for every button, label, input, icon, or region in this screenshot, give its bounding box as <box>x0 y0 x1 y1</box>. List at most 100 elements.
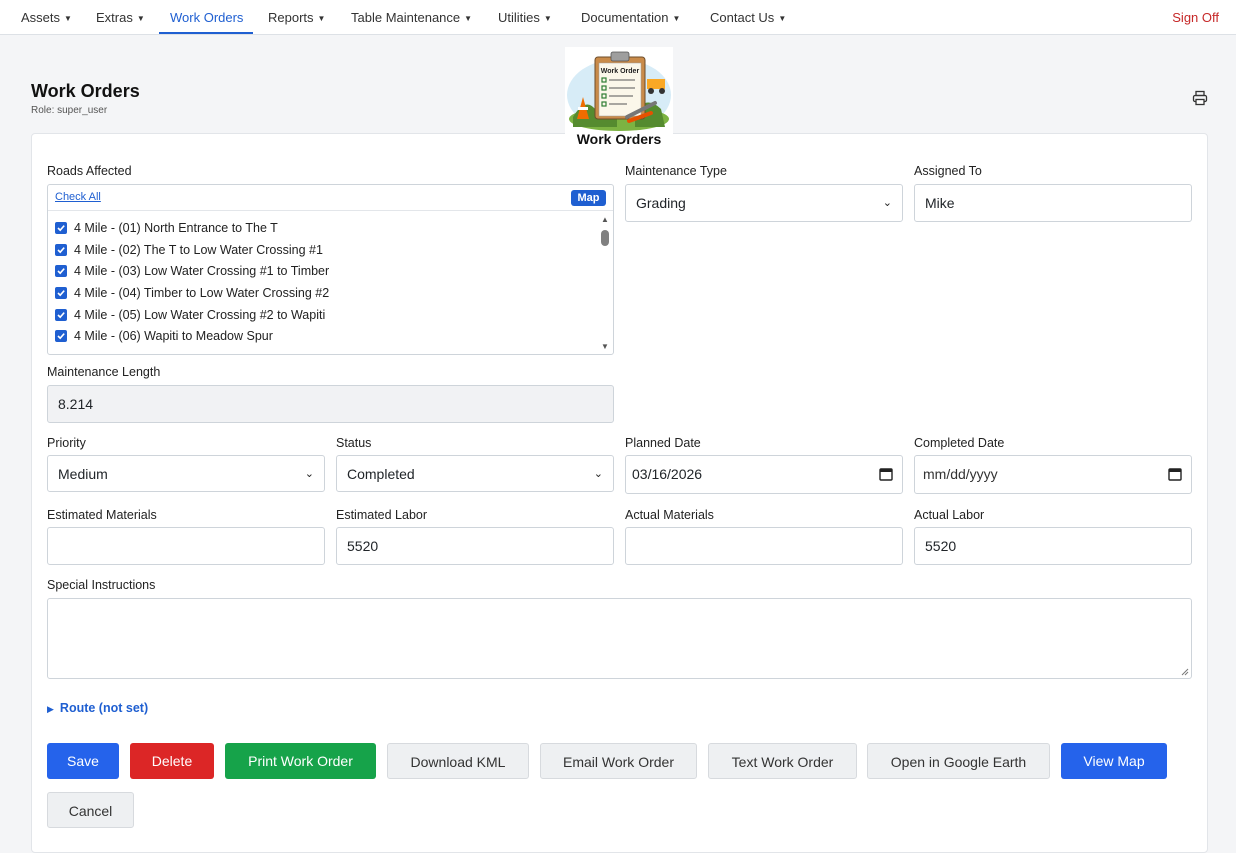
printer-icon[interactable] <box>1192 90 1208 106</box>
nav-label: Assets <box>21 10 61 25</box>
roads-scrollbar[interactable]: ▲ ▼ <box>600 213 611 354</box>
route-label: Route (not set) <box>59 701 149 715</box>
calendar-icon[interactable] <box>879 467 893 481</box>
nav-label: Extras <box>96 10 133 25</box>
assigned-to-value: Mike <box>925 195 955 211</box>
status-select[interactable]: Completed ⌄ <box>336 455 614 492</box>
nav-label: Contact Us <box>710 10 775 25</box>
estimated-labor-label: Estimated Labor <box>336 508 428 522</box>
special-instructions-textarea[interactable] <box>47 598 1192 679</box>
nav-utilities[interactable]: Utilities ▼ <box>498 0 552 35</box>
check-all-link[interactable]: Check All <box>55 191 101 203</box>
nav-label: Work Orders <box>170 10 244 25</box>
nav-reports[interactable]: Reports ▼ <box>268 0 325 35</box>
checkbox-checked-icon[interactable] <box>55 287 67 299</box>
email-work-order-button[interactable]: Email Work Order <box>540 743 697 779</box>
download-kml-button[interactable]: Download KML <box>387 743 529 779</box>
checkbox-checked-icon[interactable] <box>55 309 67 321</box>
text-work-order-button[interactable]: Text Work Order <box>708 743 857 779</box>
road-label: 4 Mile - (01) North Entrance to The T <box>74 221 278 235</box>
maintenance-length-label: Maintenance Length <box>47 365 161 379</box>
nav-label: Utilities <box>498 10 540 25</box>
estimated-materials-input[interactable] <box>47 527 325 565</box>
route-toggle[interactable]: ▶ Route (not set) <box>47 701 148 715</box>
road-label: 4 Mile - (04) Timber to Low Water Crossi… <box>74 286 330 300</box>
cancel-button[interactable]: Cancel <box>47 792 134 828</box>
caret-right-icon: ▶ <box>47 704 54 714</box>
road-label: 4 Mile - (06) Wapiti to Meadow Spur <box>74 329 273 343</box>
clipboard-illustration-icon: Work Order <box>567 51 671 131</box>
estimated-materials-label: Estimated Materials <box>47 508 157 522</box>
page-title: Work Orders <box>31 81 140 101</box>
status-label: Status <box>336 436 372 450</box>
nav-contact-us[interactable]: Contact Us ▼ <box>710 0 786 35</box>
scroll-down-icon[interactable]: ▼ <box>601 342 609 352</box>
nav-assets[interactable]: Assets ▼ <box>21 0 72 35</box>
nav-extras[interactable]: Extras ▼ <box>96 0 145 35</box>
road-label: 4 Mile - (05) Low Water Crossing #2 to W… <box>74 308 326 322</box>
nav-label: Table Maintenance <box>351 10 461 25</box>
checkbox-checked-icon[interactable] <box>55 222 67 234</box>
priority-select[interactable]: Medium ⌄ <box>47 455 325 492</box>
roads-affected-list[interactable]: Check All Map 4 Mile - (01) North Entran… <box>47 184 614 355</box>
chevron-down-icon: ▼ <box>672 14 681 23</box>
assigned-to-label: Assigned To <box>914 164 982 178</box>
chevron-down-icon: ▼ <box>464 14 473 23</box>
completed-date-placeholder: mm/dd/yyyy <box>923 466 998 482</box>
save-button[interactable]: Save <box>47 743 119 779</box>
active-tab-indicator <box>159 32 253 34</box>
checkbox-checked-icon[interactable] <box>55 244 67 256</box>
chevron-down-icon: ▼ <box>136 14 145 23</box>
nav-table-maintenance[interactable]: Table Maintenance ▼ <box>351 0 472 35</box>
estimated-labor-value: 5520 <box>347 538 379 554</box>
priority-label: Priority <box>47 436 86 450</box>
actual-labor-value: 5520 <box>925 538 957 554</box>
status-value: Completed <box>347 466 415 482</box>
checkbox-checked-icon[interactable] <box>55 265 67 277</box>
actual-materials-label: Actual Materials <box>625 508 714 522</box>
chevron-down-icon: ▼ <box>317 14 326 23</box>
priority-value: Medium <box>58 466 108 482</box>
completed-date-input[interactable]: mm/dd/yyyy <box>914 455 1192 494</box>
planned-date-value: 03/16/2026 <box>632 466 703 482</box>
clipboard-title: Work Order <box>601 68 640 75</box>
scroll-up-icon[interactable]: ▲ <box>601 215 609 225</box>
calendar-icon[interactable] <box>1168 467 1182 481</box>
maintenance-type-select[interactable]: Grading ⌄ <box>625 184 903 222</box>
nav-label: Reports <box>268 10 314 25</box>
chevron-down-icon: ▼ <box>543 14 552 23</box>
logo-caption: Work Orders <box>576 131 662 147</box>
estimated-labor-input[interactable]: 5520 <box>336 527 614 565</box>
special-instructions-label: Special Instructions <box>47 578 156 592</box>
print-work-order-button[interactable]: Print Work Order <box>225 743 376 779</box>
maintenance-type-label: Maintenance Type <box>625 164 727 178</box>
top-nav: Assets ▼ Extras ▼ Work Orders Reports ▼ Tab… <box>0 0 1236 35</box>
chevron-down-icon: ⌄ <box>304 468 314 480</box>
nav-work-orders[interactable]: Work Orders <box>170 0 243 35</box>
role-text: Role: super_user <box>31 105 108 116</box>
checkbox-checked-icon[interactable] <box>55 330 67 342</box>
maintenance-length-input: 8.214 <box>47 385 614 423</box>
chevron-down-icon: ⌄ <box>882 197 892 209</box>
nav-documentation[interactable]: Documentation ▼ <box>581 0 680 35</box>
planned-date-input[interactable]: 03/16/2026 <box>625 455 903 494</box>
scroll-thumb[interactable] <box>601 230 609 246</box>
road-label: 4 Mile - (03) Low Water Crossing #1 to T… <box>74 264 330 278</box>
open-google-earth-button[interactable]: Open in Google Earth <box>867 743 1050 779</box>
maintenance-length-value: 8.214 <box>58 396 94 412</box>
chevron-down-icon: ▼ <box>64 14 72 23</box>
actual-materials-input[interactable] <box>625 527 903 565</box>
road-label: 4 Mile - (02) The T to Low Water Crossin… <box>74 243 323 257</box>
actual-labor-input[interactable]: 5520 <box>914 527 1192 565</box>
delete-button[interactable]: Delete <box>130 743 214 779</box>
actual-labor-label: Actual Labor <box>914 508 985 522</box>
sign-off-link[interactable]: Sign Off <box>1172 0 1219 35</box>
maintenance-type-value: Grading <box>636 195 686 211</box>
view-map-button[interactable]: View Map <box>1061 743 1167 779</box>
assigned-to-input[interactable]: Mike <box>914 184 1192 222</box>
resize-grip-icon[interactable] <box>1181 668 1189 676</box>
roads-map-button[interactable]: Map <box>571 190 606 206</box>
planned-date-label: Planned Date <box>625 436 701 450</box>
chevron-down-icon: ▼ <box>778 14 787 23</box>
roads-affected-label: Roads Affected <box>47 164 132 178</box>
